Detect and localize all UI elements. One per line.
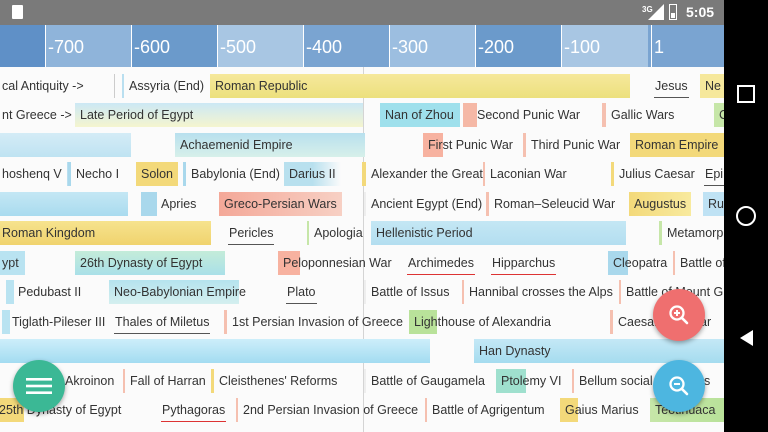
timeline-event[interactable]: Han Dynasty bbox=[474, 339, 724, 363]
timeline-axis[interactable]: -700 -600 -500 -400 -300 -200 -100 1 bbox=[0, 25, 724, 67]
home-icon bbox=[736, 206, 756, 226]
sd-card-icon bbox=[12, 5, 23, 19]
timeline-event[interactable]: C bbox=[714, 103, 724, 127]
timeline-event[interactable]: Assyria (End) bbox=[122, 74, 209, 98]
timeline-event[interactable]: Ru bbox=[703, 192, 724, 216]
timeline-event[interactable]: Greco-Persian Wars bbox=[219, 192, 342, 216]
timeline-event[interactable]: Ancient Egypt (End) bbox=[364, 192, 487, 216]
timeline-event[interactable]: Epi bbox=[700, 163, 724, 187]
timeline-event[interactable]: Late Period of Egypt bbox=[75, 103, 363, 127]
clock: 5:05 bbox=[686, 4, 715, 20]
timeline-event[interactable]: Battle of Issus bbox=[364, 280, 455, 304]
timeline-event[interactable]: Peloponnesian War bbox=[278, 251, 397, 275]
timeline-event[interactable]: Tiglath-Pileser III bbox=[2, 310, 110, 334]
back-button[interactable] bbox=[724, 318, 768, 358]
timeline-event bbox=[0, 192, 128, 216]
timeline-event[interactable]: Babylonia (End) bbox=[183, 162, 285, 186]
timeline-event[interactable]: Ne bbox=[700, 74, 724, 98]
recent-apps-button[interactable] bbox=[724, 74, 768, 114]
axis-segment bbox=[0, 25, 46, 67]
timeline-event[interactable]: First Punic War bbox=[423, 133, 518, 157]
timeline-event[interactable]: Plato bbox=[282, 281, 321, 305]
zoom-in-button[interactable] bbox=[653, 289, 705, 341]
back-icon bbox=[739, 330, 753, 346]
timeline-event[interactable]: Ptolemy VI bbox=[496, 369, 567, 393]
timeline-event[interactable]: Jesus bbox=[650, 75, 693, 99]
timeline-event[interactable]: nt Greece -> bbox=[0, 103, 77, 127]
timeline-event[interactable]: Cleopatra bbox=[608, 251, 673, 275]
battery-icon bbox=[669, 4, 677, 20]
axis-tick: -500 bbox=[216, 25, 257, 67]
status-bar: 3G 5:05 bbox=[0, 0, 724, 25]
timeline-event bbox=[0, 339, 430, 363]
timeline-event[interactable]: Battle of bbox=[673, 251, 724, 275]
timeline-event[interactable]: Roman–Seleucid War bbox=[486, 192, 620, 216]
timeline-event[interactable]: hoshenq V bbox=[0, 162, 71, 186]
timeline-event[interactable]: Third Punic War bbox=[523, 133, 625, 157]
timeline-event[interactable]: Pedubast II bbox=[6, 280, 86, 304]
axis-tick: 1 bbox=[650, 25, 665, 67]
timeline-event[interactable]: Lighthouse of Alexandria bbox=[409, 310, 556, 334]
timeline-event[interactable]: 2nd Persian Invasion of Greece bbox=[236, 398, 423, 422]
timeline-event[interactable]: Solon bbox=[136, 162, 178, 186]
timeline-event[interactable]: Necho I bbox=[68, 162, 124, 186]
menu-icon bbox=[26, 378, 52, 394]
timeline-event[interactable]: Battle of Gaugamela bbox=[364, 369, 490, 393]
timeline-event[interactable]: 1st Persian Invasion of Greece bbox=[224, 310, 408, 334]
axis-tick: -600 bbox=[130, 25, 171, 67]
timeline-event[interactable]: Darius II bbox=[284, 162, 341, 186]
timeline-event[interactable]: Hannibal crosses the Alps bbox=[462, 280, 618, 304]
timeline-event[interactable]: Roman Kingdom bbox=[0, 221, 211, 245]
menu-button[interactable] bbox=[13, 360, 65, 412]
timeline-event[interactable]: Hellenistic Period bbox=[371, 221, 626, 245]
timeline-events[interactable]: cal Antiquity -> Assyria (End) Roman Rep… bbox=[0, 67, 724, 432]
timeline-event[interactable]: Apries bbox=[141, 192, 201, 216]
axis-tick: -400 bbox=[302, 25, 343, 67]
timeline-event[interactable]: Hipparchus bbox=[487, 252, 560, 276]
timeline-event[interactable]: Thales of Miletus bbox=[110, 311, 214, 335]
zoom-in-icon bbox=[669, 305, 689, 325]
axis-tick: -200 bbox=[474, 25, 515, 67]
timeline-event[interactable]: Achaemenid Empire bbox=[175, 133, 365, 157]
timeline-event[interactable]: Nan of Zhou bbox=[380, 103, 460, 127]
timeline-event[interactable]: Laconian War bbox=[483, 162, 572, 186]
system-nav-bar bbox=[724, 0, 768, 432]
timeline-event[interactable]: Gallic Wars bbox=[602, 103, 679, 127]
timeline-event[interactable]: cal Antiquity -> bbox=[0, 74, 115, 98]
timeline-event[interactable]: Archimedes bbox=[403, 252, 479, 276]
zoom-out-icon bbox=[669, 376, 689, 396]
recent-apps-icon bbox=[737, 85, 755, 103]
timeline-event[interactable]: Gaius Marius bbox=[560, 398, 644, 422]
zoom-out-button[interactable] bbox=[653, 360, 705, 412]
timeline-event[interactable]: Pericles bbox=[224, 222, 278, 246]
timeline-event[interactable]: Fall of Harran bbox=[123, 369, 211, 393]
home-button[interactable] bbox=[724, 196, 768, 236]
timeline-event[interactable]: Pythagoras bbox=[157, 399, 230, 423]
axis-tick: -700 bbox=[44, 25, 85, 67]
timeline-event[interactable]: Augustus bbox=[629, 192, 692, 216]
timeline-event[interactable]: Metamorp bbox=[659, 221, 724, 245]
timeline-event[interactable]: Akroinon bbox=[60, 369, 119, 393]
timeline-event[interactable]: Roman Empire bbox=[630, 133, 724, 157]
timeline-event bbox=[0, 133, 131, 157]
timeline-event[interactable]: Roman Republic bbox=[210, 74, 630, 98]
signal-icon bbox=[648, 4, 664, 20]
timeline-event[interactable]: Second Punic War bbox=[463, 103, 585, 127]
axis-tick: -100 bbox=[560, 25, 601, 67]
axis-tick: -300 bbox=[388, 25, 429, 67]
timeline-event[interactable]: Bellum social bbox=[572, 369, 658, 393]
timeline-event[interactable]: Cleisthenes' Reforms bbox=[211, 369, 342, 393]
timeline-event[interactable]: Alexander the Great bbox=[362, 162, 488, 186]
timeline-event[interactable]: Neo-Babylonian Empire bbox=[109, 280, 246, 304]
timeline-event[interactable]: Julius Caesar bbox=[611, 162, 700, 186]
timeline-event[interactable]: ypt bbox=[0, 251, 25, 275]
timeline-event[interactable]: 26th Dynasty of Egypt bbox=[75, 251, 225, 275]
timeline-event[interactable]: Apologia bbox=[307, 221, 368, 245]
timeline-event[interactable]: Battle of Agrigentum bbox=[425, 398, 550, 422]
